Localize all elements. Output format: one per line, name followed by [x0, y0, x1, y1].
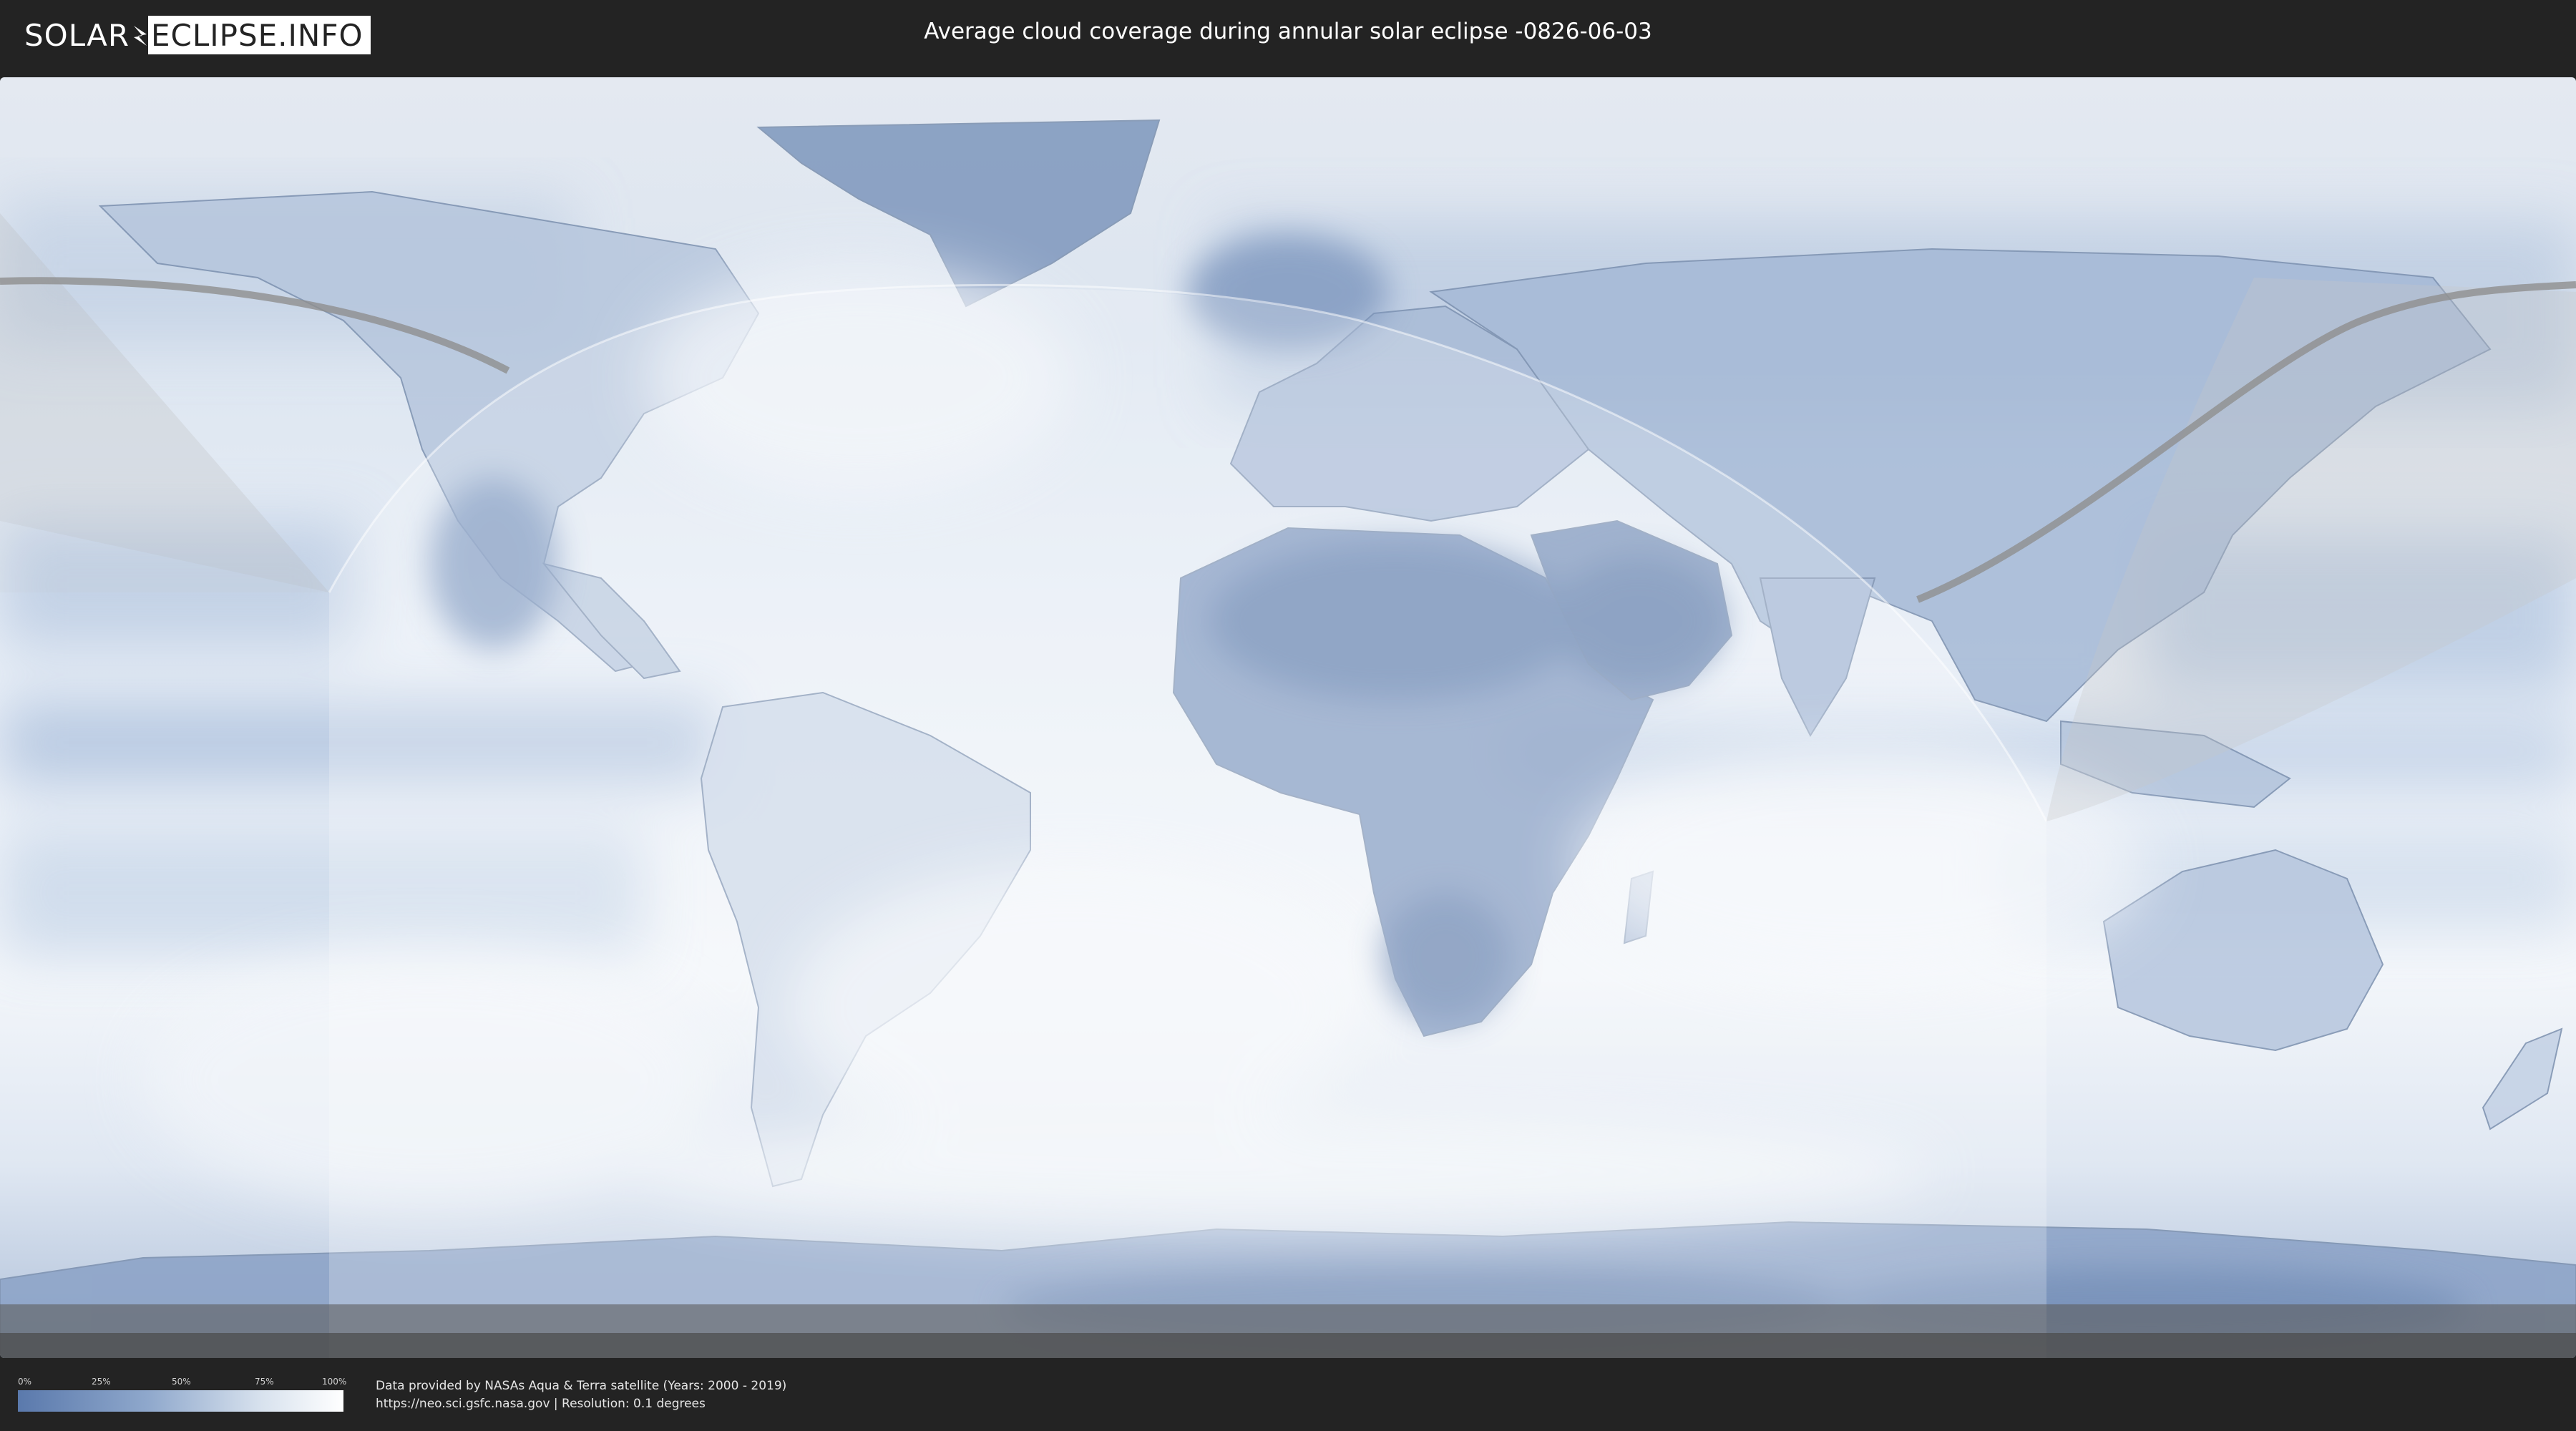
legend-tick-75: 75% — [255, 1377, 274, 1387]
legend-tick-25: 25% — [92, 1377, 111, 1387]
cloud-coverage-map[interactable] — [0, 77, 2576, 1358]
data-credit-line: Data provided by NASAs Aqua & Terra sate… — [376, 1379, 787, 1393]
footer-bar — [0, 1359, 2576, 1431]
cloud-coverage-legend-bar — [18, 1390, 343, 1412]
data-source-line: https://neo.sci.gsfc.nasa.gov | Resoluti… — [376, 1397, 706, 1411]
legend-tick-0: 0% — [18, 1377, 32, 1387]
legend-tick-100: 100% — [322, 1377, 347, 1387]
header-bar: SOLAR ECLIPSE.INFO Average cloud coverag… — [0, 0, 2576, 72]
map-svg — [0, 77, 2576, 1358]
legend-tick-50: 50% — [172, 1377, 191, 1387]
page-title: Average cloud coverage during annular so… — [924, 19, 1652, 44]
